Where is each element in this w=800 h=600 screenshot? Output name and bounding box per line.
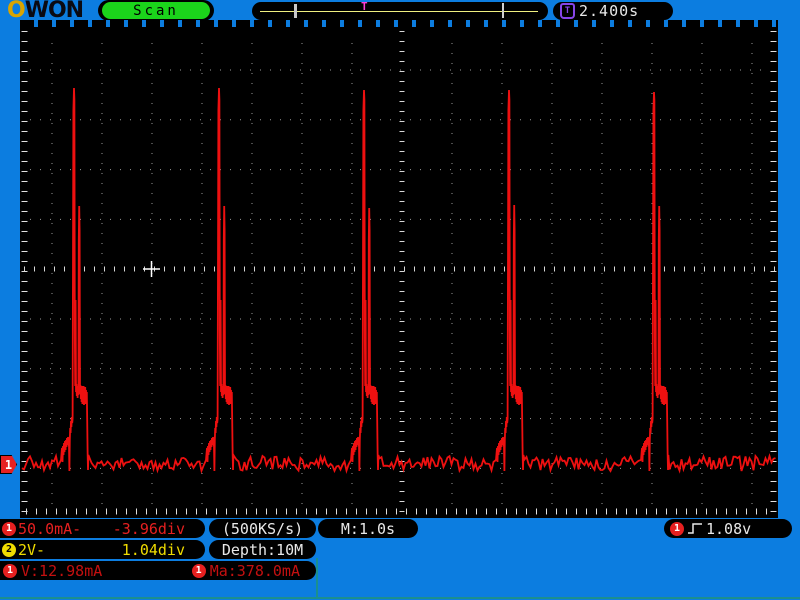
measurements-pill: 1 V:12.98mA 1 Ma:378.0mA [0, 561, 316, 580]
record-length-line [260, 11, 538, 12]
acquisition-mode-label: Scan [102, 2, 210, 19]
trigger-time-value: 2.400s [579, 2, 639, 20]
measure-panel-divider [316, 558, 318, 598]
waveform-display-area [20, 27, 778, 518]
trigger-source-badge: 1 [670, 522, 684, 536]
trigger-level-pill[interactable]: 1 1.08v [664, 519, 792, 538]
rising-edge-icon [687, 521, 703, 536]
channel1-offset: -3.96div [113, 520, 185, 538]
measure-max: Ma:378.0mA [210, 562, 300, 580]
record-depth-readout: Depth:10M [209, 540, 316, 559]
timebase-value: M:1.0s [341, 520, 395, 538]
record-position-bar[interactable]: T [252, 2, 548, 20]
measure2-badge: 1 [192, 564, 206, 578]
channel1-settings-pill[interactable]: 1 50.0mA- -3.96div [0, 519, 205, 538]
waveform-trace [22, 88, 776, 471]
acquisition-mode-button[interactable]: Scan [98, 0, 214, 21]
trigger-level-value: 1.08v [706, 520, 751, 538]
timebase-pill[interactable]: M:1.0s [318, 519, 418, 538]
sample-rate-readout: (500KS/s) [209, 519, 316, 538]
trigger-t-icon: T [560, 3, 575, 19]
channel2-offset: 1.04div [122, 541, 185, 559]
record-depth-value: Depth:10M [222, 541, 303, 559]
graticule-grid [20, 27, 778, 518]
view-window-tick[interactable] [502, 3, 504, 18]
screen-bottom-border [0, 597, 800, 599]
channel1-scale: 50.0mA- [18, 520, 81, 538]
trigger-position-marker[interactable]: T [361, 0, 368, 13]
measure1-badge: 1 [3, 564, 17, 578]
channel2-settings-pill[interactable]: 2 2V- 1.04div [0, 540, 205, 559]
measure-voltage: V:12.98mA [21, 562, 102, 580]
channel1-position-marker[interactable]: 1 [0, 455, 17, 474]
sample-rate-value: (500KS/s) [222, 520, 303, 538]
view-window-bracket[interactable] [294, 4, 297, 18]
graticule-top-ticks [20, 20, 778, 27]
channel2-scale: 2V- [18, 541, 45, 559]
channel2-badge: 2 [2, 543, 16, 557]
trigger-time-readout: T 2.400s [553, 2, 673, 20]
channel1-badge: 1 [2, 522, 16, 536]
